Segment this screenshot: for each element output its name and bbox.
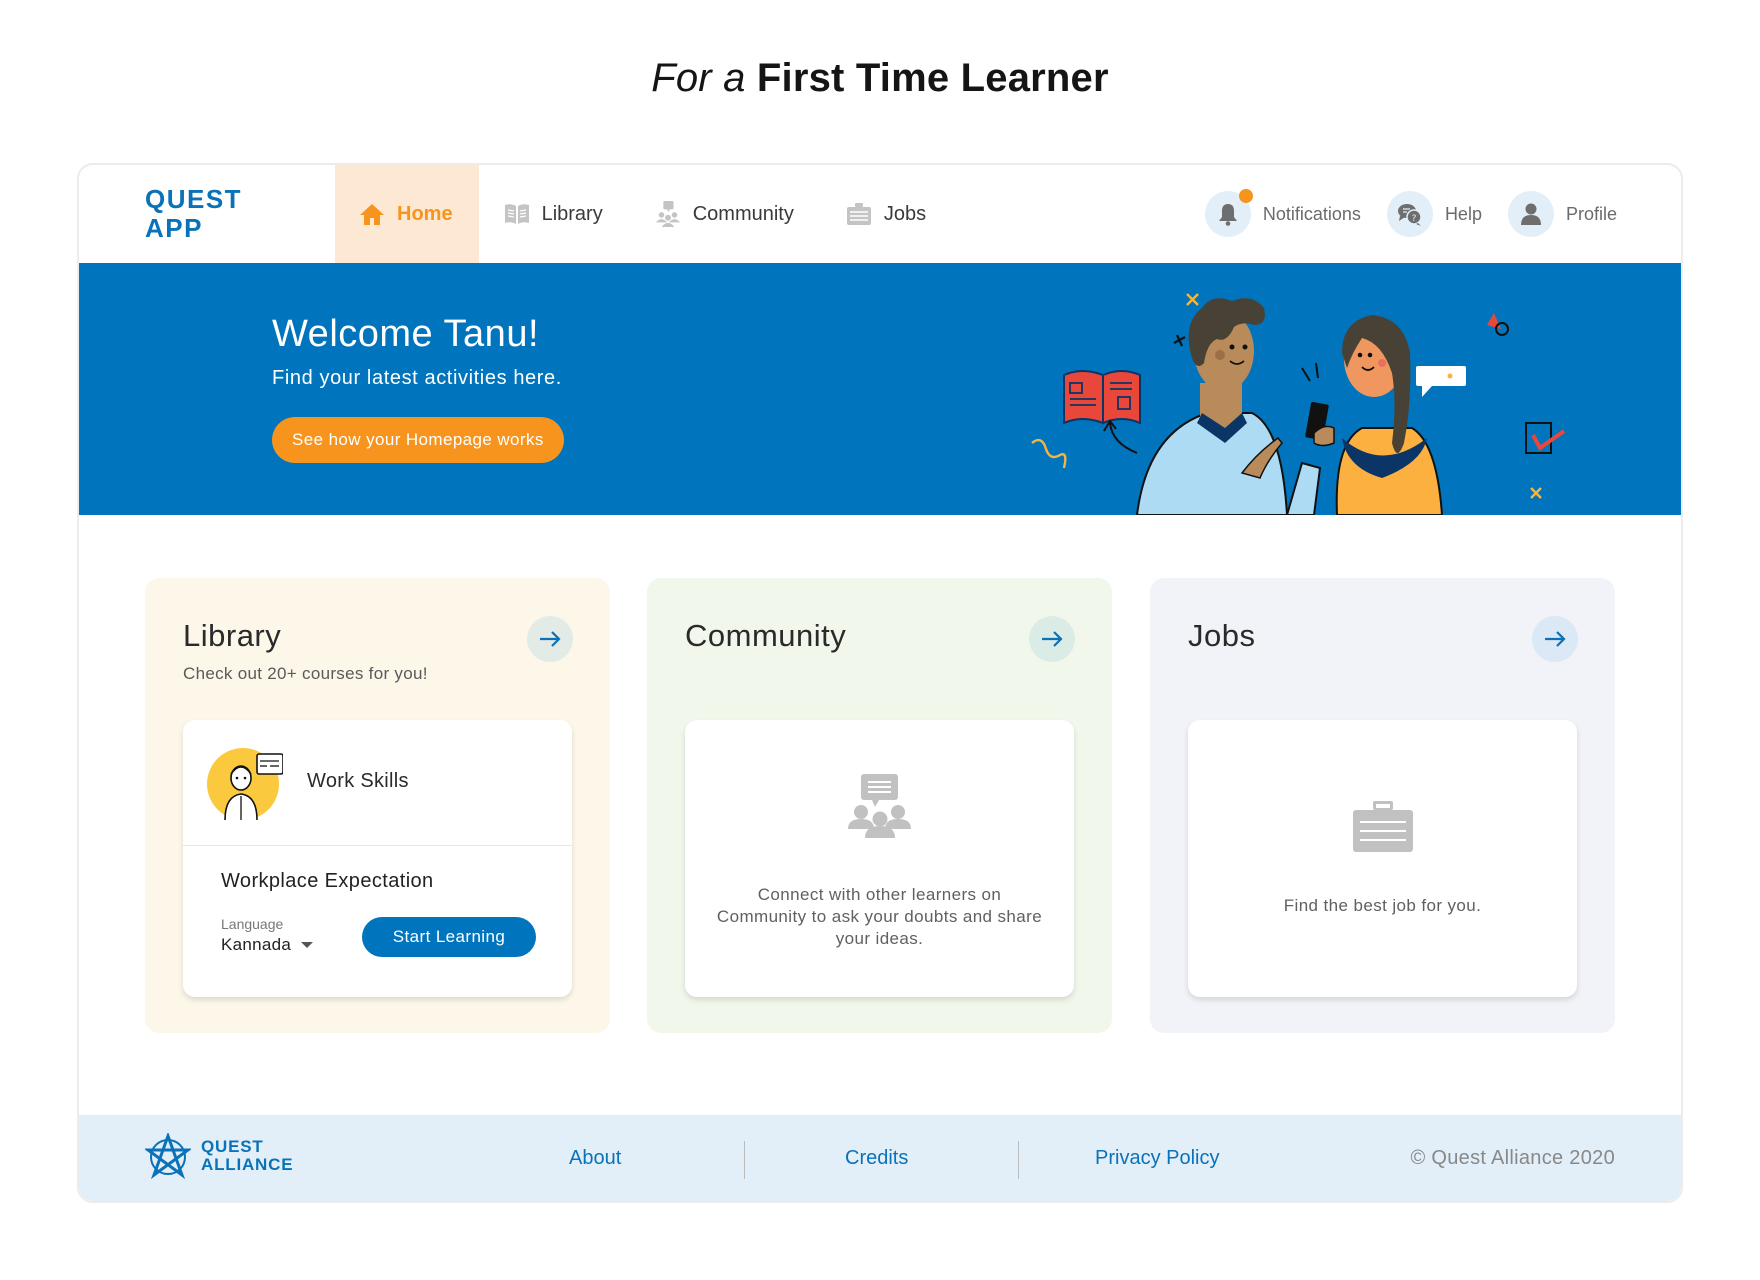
- community-card: Community Connect with other learners on…: [647, 578, 1112, 1033]
- main-nav: Home Library Community Jobs: [335, 165, 952, 263]
- welcome-subtitle: Find your latest activities here.: [272, 367, 562, 389]
- course-card-header: Work Skills: [183, 720, 572, 846]
- logo-line-2: APP: [145, 213, 203, 243]
- course-title: Workplace Expectation: [221, 870, 434, 892]
- help-button[interactable]: ? Help: [1386, 191, 1482, 237]
- community-icon: [655, 201, 681, 227]
- home-icon: [359, 202, 385, 226]
- circle-icon: [1495, 322, 1509, 336]
- nav-tab-home[interactable]: Home: [335, 165, 479, 263]
- work-skills-avatar-icon: [207, 748, 283, 820]
- arrow-right-icon: [1042, 631, 1063, 647]
- svg-text:?: ?: [1412, 214, 1417, 224]
- page-title: For a First Time Learner: [0, 56, 1760, 101]
- library-open-button[interactable]: [527, 616, 573, 662]
- bell-icon: [1218, 204, 1237, 226]
- copyright-text: © Quest Alliance 2020: [1410, 1147, 1615, 1169]
- course-card[interactable]: Work Skills Workplace Expectation Langua…: [183, 720, 572, 997]
- community-empty-card: Connect with other learners on Community…: [685, 720, 1074, 997]
- arrow-right-icon: [540, 631, 561, 647]
- nav-tab-label: Community: [692, 202, 794, 225]
- footer-divider: [744, 1141, 745, 1179]
- help-icon-wrap: ?: [1386, 191, 1433, 237]
- speech-bubble-icon: [1416, 366, 1466, 397]
- checkbox-icon: [1525, 422, 1566, 454]
- briefcase-icon: [1352, 801, 1413, 852]
- library-card-subtitle: Check out 20+ courses for you!: [183, 664, 428, 683]
- star-knot-icon: [145, 1133, 191, 1179]
- page-title-prefix: For a: [651, 56, 746, 100]
- community-card-title: Community: [685, 618, 847, 653]
- footer: QUEST ALLIANCE About Credits Privacy Pol…: [79, 1115, 1681, 1201]
- language-label: Language: [221, 916, 284, 932]
- user-nav: Notifications ? Help Profile: [1179, 165, 1617, 263]
- female-learner-figure: [1313, 315, 1444, 515]
- jobs-card-title: Jobs: [1188, 618, 1256, 653]
- learners-illustration: [1031, 293, 1566, 515]
- chat-help-icon: ?: [1397, 204, 1422, 226]
- jobs-empty-card: Find the best job for you.: [1188, 720, 1577, 997]
- nav-tab-label: Library: [541, 202, 603, 225]
- footer-divider: [1018, 1141, 1019, 1179]
- caret-down-icon: [301, 942, 314, 948]
- jobs-empty-text: Find the best job for you.: [1283, 896, 1482, 915]
- male-learner-figure: [1135, 298, 1322, 515]
- homepage-tour-button[interactable]: See how your Homepage works: [272, 417, 564, 463]
- start-learning-button[interactable]: Start Learning: [362, 917, 536, 957]
- footer-link-about[interactable]: About: [569, 1147, 621, 1170]
- community-empty-text: Connect with other learners on Community…: [716, 885, 1043, 948]
- jobs-card: Jobs Find the best job for you.: [1150, 578, 1615, 1033]
- footer-logo-line-2: ALLIANCE: [201, 1155, 294, 1174]
- notifications-label: Notifications: [1262, 203, 1361, 224]
- open-book-icon: [1063, 370, 1141, 425]
- language-dropdown[interactable]: Kannada: [221, 935, 314, 955]
- logo-line-1: QUEST: [145, 184, 243, 214]
- quest-alliance-logo[interactable]: QUEST ALLIANCE: [145, 1133, 293, 1179]
- library-card: Library Check out 20+ courses for you! W…: [145, 578, 610, 1033]
- book-icon: [504, 202, 530, 226]
- notification-badge: [1238, 189, 1253, 203]
- triangle-icon: [1487, 313, 1501, 329]
- app-window: QUEST APP Home Library Community Jobs No…: [77, 163, 1683, 1203]
- notifications-button[interactable]: Notifications: [1204, 189, 1361, 237]
- quest-app-logo[interactable]: QUEST APP: [145, 185, 242, 243]
- welcome-banner: Welcome Tanu! Find your latest activitie…: [79, 263, 1681, 515]
- course-category: Work Skills: [307, 770, 409, 792]
- help-label: Help: [1444, 203, 1482, 224]
- jobs-open-button[interactable]: [1532, 616, 1578, 662]
- profile-label: Profile: [1565, 203, 1617, 224]
- footer-link-credits[interactable]: Credits: [845, 1147, 908, 1170]
- user-icon: [1520, 203, 1541, 225]
- arrow-right-icon: [1545, 631, 1566, 647]
- notifications-icon-wrap: [1204, 189, 1253, 237]
- squiggle-icon: [1031, 438, 1067, 469]
- welcome-title: Welcome Tanu!: [272, 313, 540, 355]
- page-title-emphasis: First Time Learner: [756, 56, 1109, 100]
- community-open-button[interactable]: [1029, 616, 1075, 662]
- nav-tab-jobs[interactable]: Jobs: [820, 165, 952, 263]
- nav-tab-library[interactable]: Library: [479, 165, 629, 263]
- language-value: Kannada: [221, 935, 292, 954]
- profile-button[interactable]: Profile: [1507, 191, 1617, 237]
- nav-tab-label: Jobs: [883, 202, 927, 225]
- library-card-title: Library: [183, 618, 282, 653]
- profile-icon-wrap: [1507, 191, 1554, 237]
- briefcase-icon: [846, 202, 872, 226]
- footer-link-privacy-policy[interactable]: Privacy Policy: [1095, 1147, 1219, 1170]
- nav-tab-label: Home: [397, 202, 453, 225]
- footer-logo-line-1: QUEST: [201, 1137, 264, 1156]
- nav-tab-community[interactable]: Community: [629, 165, 820, 263]
- community-icon: [847, 774, 911, 838]
- top-nav-bar: QUEST APP Home Library Community Jobs No…: [79, 165, 1681, 263]
